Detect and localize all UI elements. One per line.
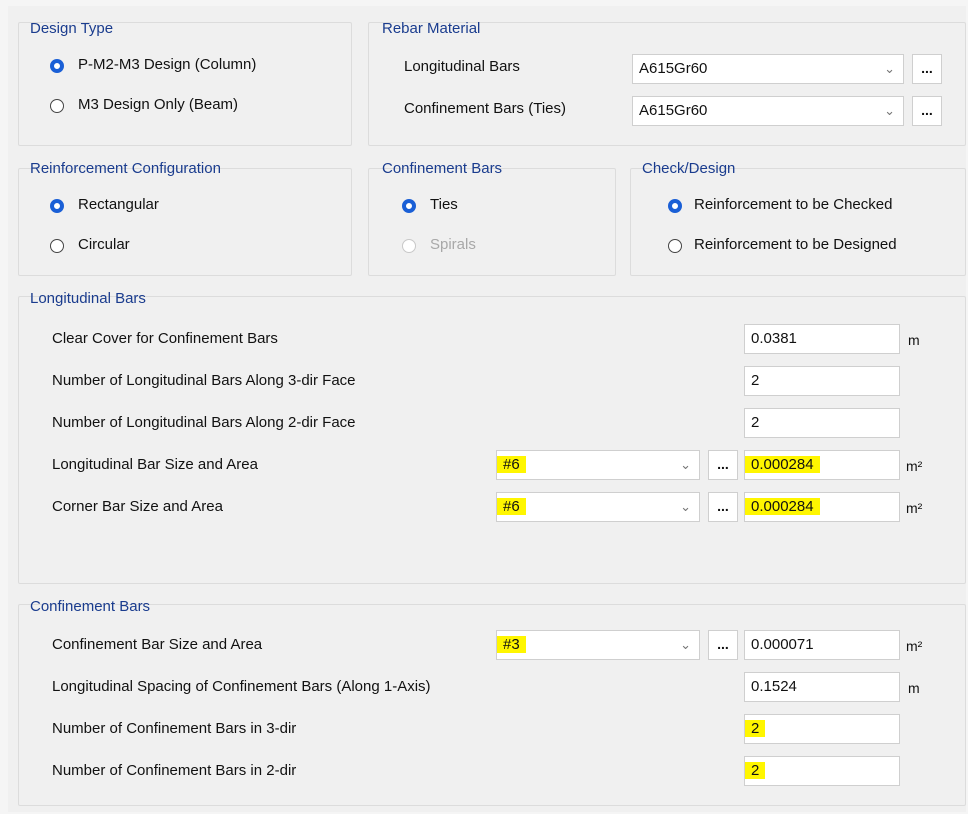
radio-rectangular[interactable] [50,199,64,213]
rebar-longitudinal-select[interactable]: A615Gr60 ⌄ [632,54,904,84]
long-bar-size-value: #6 [497,456,526,473]
reinforcement-config-group [18,168,352,276]
reinforcement-config-title: Reinforcement Configuration [30,160,221,177]
corner-bar-area-input[interactable]: 0.000284 [744,492,900,522]
long-bars-2dir-label: Number of Longitudinal Bars Along 2-dir … [52,414,356,431]
rebar-longitudinal-label: Longitudinal Bars [404,58,520,75]
corner-bar-size-browse-button[interactable]: ... [708,492,738,522]
long-bar-area-unit: m² [906,458,923,474]
chevron-down-icon: ⌄ [680,637,691,652]
rebar-longitudinal-value: A615Gr60 [639,60,708,77]
confinement-bars-title: Confinement Bars [30,598,151,615]
corner-bar-area-value: 0.000284 [745,498,820,515]
confinement-3dir-label: Number of Confinement Bars in 3-dir [52,720,297,737]
clear-cover-label: Clear Cover for Confinement Bars [52,330,278,347]
radio-reinforcement-designed[interactable] [668,239,682,253]
confinement-2dir-input[interactable]: 2 [744,756,900,786]
confinement-size-label: Confinement Bar Size and Area [52,636,263,653]
confinement-spacing-label: Longitudinal Spacing of Confinement Bars… [52,678,431,695]
confinement-2dir-value: 2 [745,762,766,779]
m3-design-label: M3 Design Only (Beam) [78,96,239,113]
chevron-down-icon: ⌄ [680,499,691,514]
chevron-down-icon: ⌄ [884,61,895,76]
reinforcement-designed-label: Reinforcement to be Designed [694,236,897,253]
radio-reinforcement-checked[interactable] [668,199,682,213]
long-bars-3dir-input[interactable]: 2 [744,366,900,396]
corner-bar-area-unit: m² [906,500,923,516]
rebar-confinement-value: A615Gr60 [639,102,708,119]
radio-spirals [402,239,416,253]
confinement-type-group [368,168,616,276]
design-type-title: Design Type [30,20,114,37]
radio-m3-design[interactable] [50,99,64,113]
long-bar-area-input[interactable]: 0.000284 [744,450,900,480]
confinement-type-title: Confinement Bars [382,160,503,177]
radio-pm2m3-design[interactable] [50,59,64,73]
reinforcement-checked-label: Reinforcement to be Checked [694,196,893,213]
confinement-spacing-input[interactable]: 0.1524 [744,672,900,702]
check-design-title: Check/Design [642,160,736,177]
rebar-confinement-select[interactable]: A615Gr60 ⌄ [632,96,904,126]
confinement-3dir-input[interactable]: 2 [744,714,900,744]
circular-label: Circular [78,236,130,253]
radio-circular[interactable] [50,239,64,253]
corner-bar-size-value: #6 [497,498,526,515]
rebar-confinement-browse-button[interactable]: ... [912,96,942,126]
corner-bar-size-label: Corner Bar Size and Area [52,498,223,515]
long-bars-2dir-input[interactable]: 2 [744,408,900,438]
pm2m3-design-label: P-M2-M3 Design (Column) [78,56,257,73]
confinement-size-browse-button[interactable]: ... [708,630,738,660]
confinement-2dir-label: Number of Confinement Bars in 2-dir [52,762,297,779]
rebar-material-title: Rebar Material [382,20,481,37]
spirals-label: Spirals [430,236,476,253]
confinement-area-unit: m² [906,638,923,654]
clear-cover-unit: m [908,332,920,348]
rebar-confinement-label: Confinement Bars (Ties) [404,100,566,117]
ties-label: Ties [430,196,458,213]
long-bar-area-value: 0.000284 [745,456,820,473]
longitudinal-bars-title: Longitudinal Bars [30,290,146,307]
clear-cover-input[interactable]: 0.0381 [744,324,900,354]
rebar-material-group [368,22,966,146]
long-bar-size-label: Longitudinal Bar Size and Area [52,456,258,473]
confinement-size-value: #3 [497,636,526,653]
rebar-longitudinal-browse-button[interactable]: ... [912,54,942,84]
chevron-down-icon: ⌄ [884,103,895,118]
design-type-group [18,22,352,146]
long-bar-size-select[interactable]: #6 ⌄ [496,450,700,480]
long-bars-3dir-label: Number of Longitudinal Bars Along 3-dir … [52,372,356,389]
corner-bar-size-select[interactable]: #6 ⌄ [496,492,700,522]
confinement-size-select[interactable]: #3 ⌄ [496,630,700,660]
chevron-down-icon: ⌄ [680,457,691,472]
confinement-3dir-value: 2 [745,720,766,737]
check-design-group [630,168,966,276]
rectangular-label: Rectangular [78,196,159,213]
confinement-area-input[interactable]: 0.000071 [744,630,900,660]
column-design-dialog: Design Type P-M2-M3 Design (Column) M3 D… [8,6,966,812]
radio-ties[interactable] [402,199,416,213]
confinement-spacing-unit: m [908,680,920,696]
long-bar-size-browse-button[interactable]: ... [708,450,738,480]
